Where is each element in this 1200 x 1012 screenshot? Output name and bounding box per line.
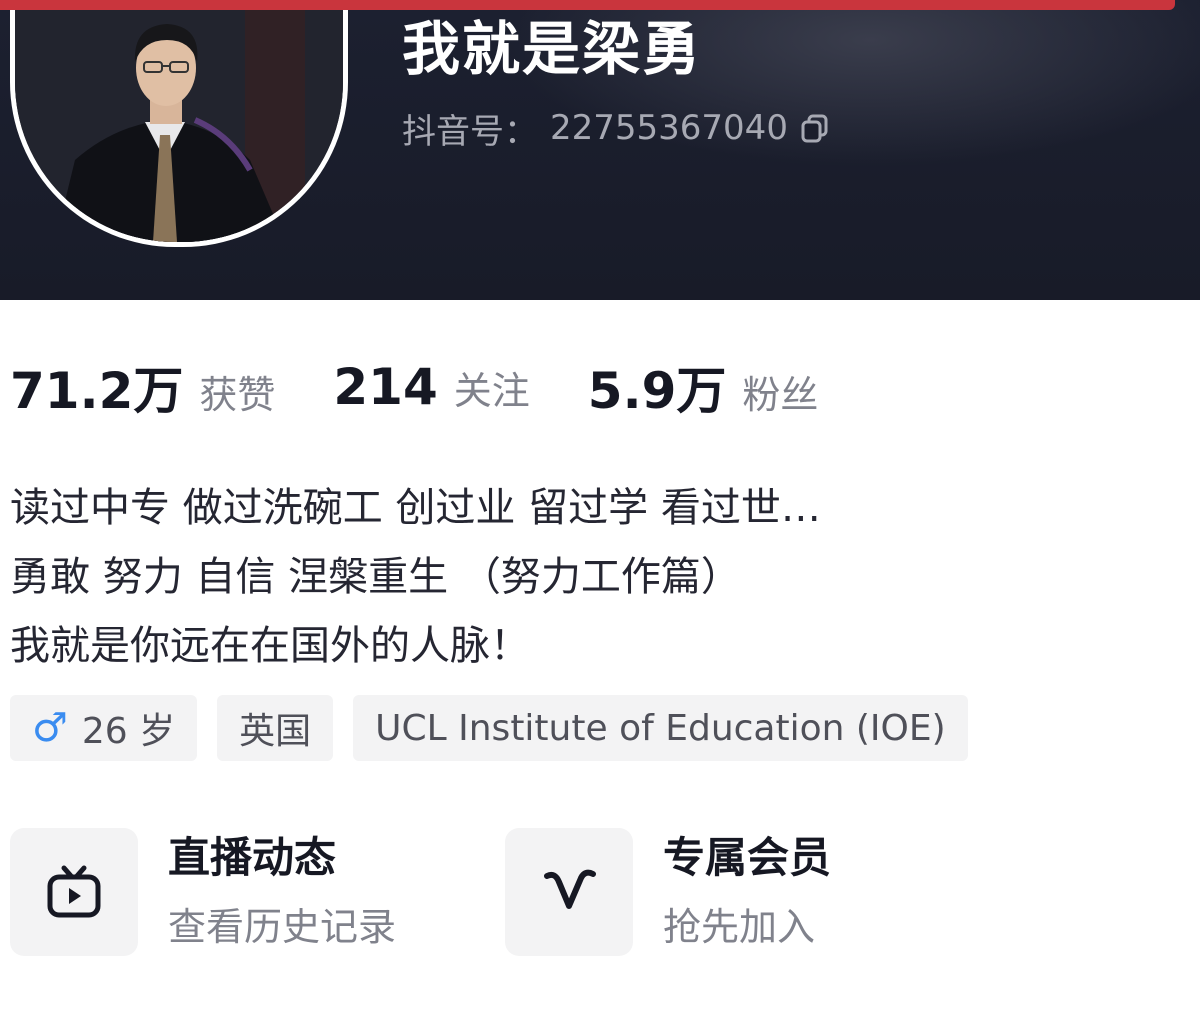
avatar[interactable] (10, 10, 348, 247)
profile-tags: ♂ 26 岁 英国 UCL Institute of Education (IO… (10, 695, 968, 761)
copy-icon[interactable] (800, 113, 830, 143)
vip-membership-title: 专属会员 (663, 833, 832, 882)
likes-label: 获赞 (199, 373, 276, 417)
douyin-id-label: 抖音号： (402, 111, 538, 152)
vip-v-icon (544, 869, 596, 909)
tag-location: 英国 (217, 695, 334, 761)
school-text: UCL Institute of Education (IOE) (375, 707, 946, 749)
live-icon-box (10, 828, 138, 956)
live-history-entry[interactable]: 直播动态 查看历史记录 (10, 828, 396, 956)
stat-following[interactable]: 214 关注 (333, 358, 529, 416)
stat-followers[interactable]: 5.9万 粉丝 (588, 351, 819, 423)
male-icon: ♂ (32, 705, 68, 751)
live-history-subtitle: 查看历史记录 (168, 905, 397, 949)
nickname: 我就是梁勇 (402, 15, 703, 83)
likes-count: 71.2万 (10, 362, 184, 420)
douyin-id-value: 22755367040 (550, 108, 788, 148)
douyin-id-row: 抖音号： 22755367040 (402, 106, 830, 152)
avatar-photo (15, 10, 343, 242)
following-count: 214 (333, 358, 438, 416)
live-history-title: 直播动态 (168, 833, 337, 882)
tag-gender-age: ♂ 26 岁 (10, 695, 198, 761)
top-red-strip (0, 0, 1175, 10)
vip-membership-entry[interactable]: 专属会员 抢先加入 (505, 828, 831, 956)
vip-membership-subtitle: 抢先加入 (663, 905, 816, 949)
vip-membership-text: 专属会员 抢先加入 (663, 828, 831, 956)
location-text: 英国 (239, 711, 312, 752)
profile-stats: 71.2万 获赞 214 关注 5.9万 粉丝 (10, 352, 876, 422)
followers-count: 5.9万 (587, 362, 727, 420)
age-text: 26 岁 (81, 711, 176, 752)
bio-line-1: 读过中专 做过洗碗工 创过业 留过学 看过世… (10, 485, 821, 531)
bio-line-3: 我就是你远在在国外的人脉！ (10, 623, 530, 669)
vip-icon-box (505, 828, 633, 956)
bio-line-2: 勇敢 努力 自信 涅槃重生 （努力工作篇） (10, 554, 741, 600)
tv-icon (47, 865, 101, 918)
following-label: 关注 (453, 369, 530, 413)
profile-bio[interactable]: 读过中专 做过洗碗工 创过业 留过学 看过世… 勇敢 努力 自信 涅槃重生 （努… (10, 474, 1180, 681)
profile-header: 我就是梁勇 抖音号： 22755367040 (0, 0, 1200, 300)
live-history-text: 直播动态 查看历史记录 (168, 828, 396, 956)
stat-likes[interactable]: 71.2万 获赞 (10, 351, 275, 423)
tag-school[interactable]: UCL Institute of Education (IOE) (353, 695, 968, 761)
followers-label: 粉丝 (742, 373, 819, 417)
